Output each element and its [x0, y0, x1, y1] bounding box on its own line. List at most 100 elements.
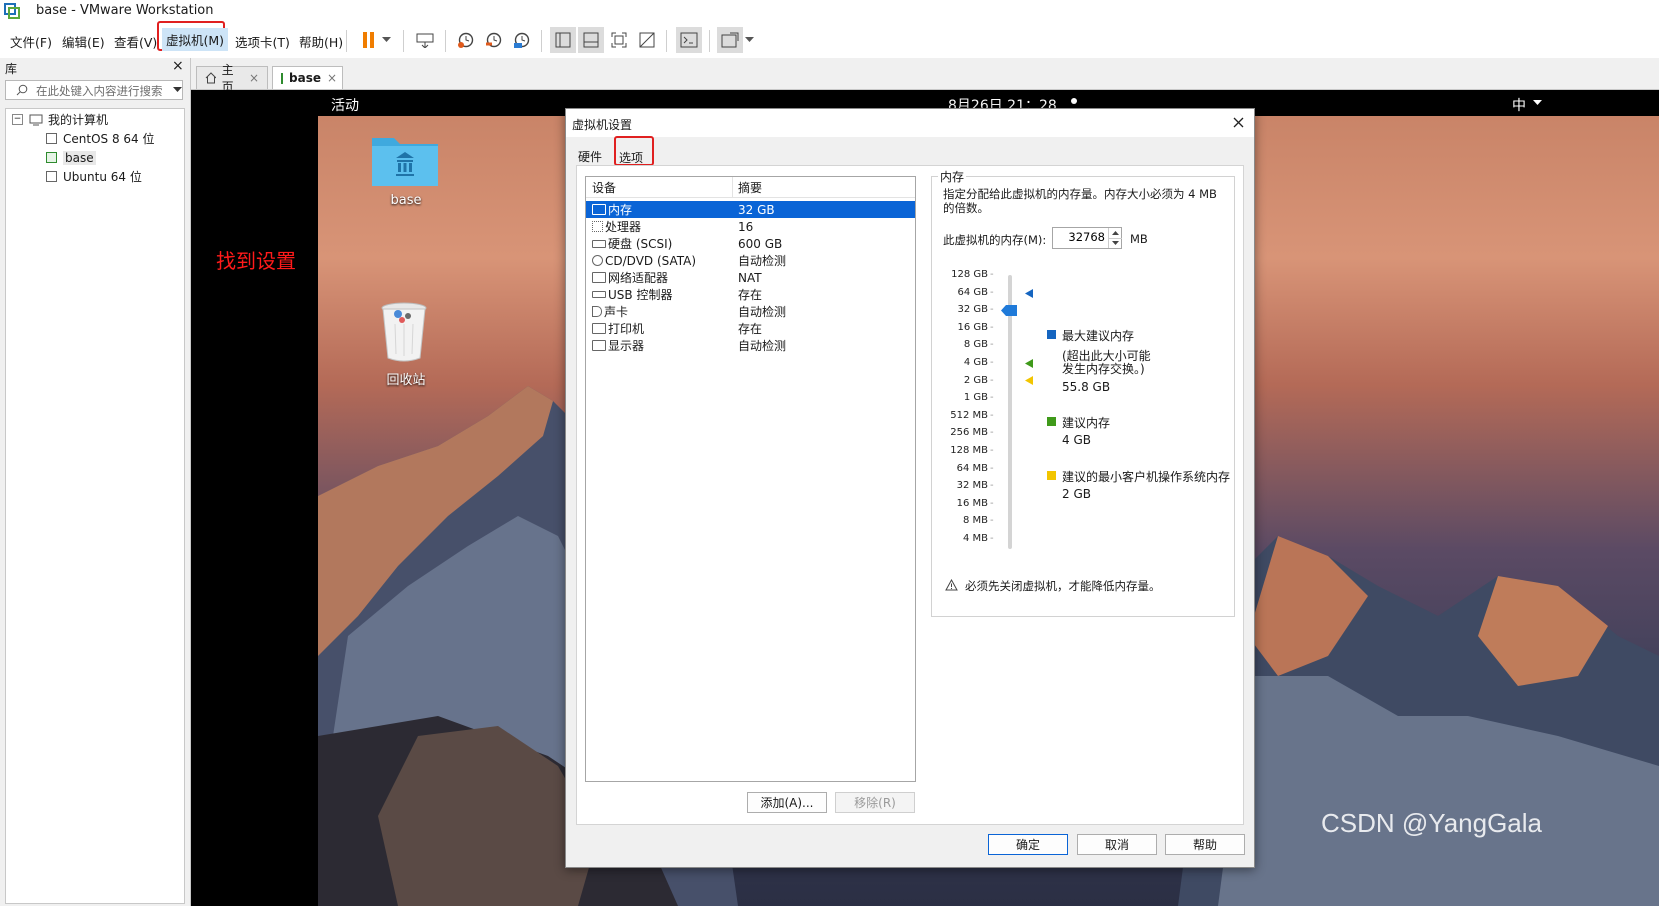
- close-tab-icon[interactable]: ×: [249, 71, 259, 85]
- device-row-usb[interactable]: USB 控制器 存在: [586, 286, 915, 303]
- memory-slider-track[interactable]: [1008, 275, 1012, 549]
- memory-scale-tick-mark: -: [990, 533, 994, 544]
- memory-scale-tick: 64 MB: [956, 462, 988, 474]
- memory-spinbox[interactable]: [1052, 227, 1122, 249]
- printer-icon: [592, 323, 606, 334]
- memory-slider-thumb[interactable]: [1001, 305, 1017, 316]
- unity-button[interactable]: [634, 27, 660, 53]
- tree-vm-base[interactable]: base: [6, 148, 184, 167]
- device-row-printer[interactable]: 打印机 存在: [586, 320, 915, 337]
- input-method-indicator[interactable]: 中: [1512, 95, 1526, 115]
- tree-vm-ubuntu[interactable]: Ubuntu 64 位: [6, 167, 184, 186]
- max-recommended-marker: [1025, 289, 1033, 298]
- display-icon: [592, 340, 606, 351]
- device-row-display[interactable]: 显示器 自动检测: [586, 337, 915, 354]
- remove-device-button[interactable]: 移除(R): [835, 792, 915, 813]
- usb-icon: [592, 291, 606, 298]
- watermark: CSDN @YangGala: [1321, 808, 1542, 838]
- memory-scale-tick-mark: -: [990, 392, 994, 404]
- memory-group-title: 内存: [938, 168, 967, 185]
- thumbnail-bar-button[interactable]: [578, 27, 604, 53]
- memory-scale-tick: 8 GB: [963, 339, 988, 351]
- device-row-network[interactable]: 网络适配器 NAT: [586, 269, 915, 286]
- memory-scale-tick-mark: -: [990, 304, 994, 316]
- memory-scale-tick-mark: -: [990, 462, 994, 474]
- device-row-cdrom[interactable]: CD/DVD (SATA) 自动检测: [586, 252, 915, 269]
- column-header-summary[interactable]: 摘要: [738, 179, 762, 196]
- memory-scale-tick: 128 MB: [950, 445, 988, 456]
- close-library-icon[interactable]: ×: [172, 58, 184, 74]
- menu-help[interactable]: 帮助(H): [295, 30, 347, 53]
- folder-icon: [372, 138, 438, 186]
- memory-scale-tick: 16 MB: [956, 497, 988, 509]
- memory-scale-tick: 4 MB: [962, 533, 988, 544]
- activities-button[interactable]: 活动: [331, 95, 359, 115]
- send-ctrl-alt-del-button[interactable]: [412, 27, 438, 53]
- close-tab-icon[interactable]: ×: [327, 71, 337, 85]
- desktop-icon-trash[interactable]: 回收站: [366, 302, 446, 392]
- menu-file[interactable]: 文件(F): [6, 30, 56, 53]
- notification-dot-icon: [1071, 98, 1077, 104]
- memory-scale-tick: 32 GB: [957, 304, 988, 316]
- memory-description-2: 的倍数。: [943, 201, 989, 215]
- column-header-device[interactable]: 设备: [592, 179, 732, 196]
- library-pane-icon: [555, 32, 571, 48]
- legend-recommended: 建议内存 4 GB: [1047, 414, 1232, 454]
- library-tree: − 我的计算机 CentOS 8 64 位 base Ubuntu 64 位: [5, 108, 185, 904]
- memory-scale-tick-mark: -: [990, 497, 994, 509]
- menu-tabs[interactable]: 选项卡(T): [231, 30, 294, 53]
- help-button[interactable]: 帮助: [1165, 834, 1245, 855]
- cancel-button[interactable]: 取消: [1077, 834, 1157, 855]
- tree-vm-centos[interactable]: CentOS 8 64 位: [6, 129, 184, 148]
- desktop-icon-base[interactable]: base: [366, 130, 446, 220]
- show-library-button[interactable]: [550, 27, 576, 53]
- tree-root-my-computer[interactable]: − 我的计算机: [6, 110, 184, 129]
- search-icon: [16, 84, 28, 96]
- console-view-button[interactable]: [676, 27, 702, 53]
- menu-edit[interactable]: 编辑(E): [58, 30, 109, 53]
- fullscreen-icon: [611, 32, 627, 48]
- computer-icon: [29, 114, 43, 125]
- vmware-logo-icon: [4, 3, 20, 19]
- device-row-memory[interactable]: 内存 32 GB: [586, 201, 915, 218]
- memory-input[interactable]: [1055, 230, 1105, 244]
- snapshot-manager-button[interactable]: [509, 27, 535, 53]
- add-device-button[interactable]: 添加(A)...: [747, 792, 827, 813]
- memory-scale-tick-mark: -: [990, 357, 994, 368]
- ok-button[interactable]: 确定: [988, 834, 1068, 855]
- menu-view[interactable]: 查看(V): [110, 30, 161, 53]
- memory-scale-tick-mark: -: [990, 409, 994, 421]
- tab-base[interactable]: base ×: [272, 66, 343, 89]
- library-search[interactable]: 在此处键入内容进行搜索: [5, 80, 183, 100]
- spin-down-button[interactable]: [1108, 238, 1122, 248]
- memory-scale-tick-mark: -: [990, 286, 994, 298]
- close-icon[interactable]: [1233, 117, 1244, 128]
- snapshot-button[interactable]: [453, 27, 479, 53]
- device-row-sound[interactable]: 声卡 自动检测: [586, 303, 915, 320]
- memory-icon: [592, 204, 606, 215]
- fullscreen-button[interactable]: [606, 27, 632, 53]
- legend-swatch-recommended: [1047, 417, 1056, 426]
- tab-options[interactable]: 选项: [619, 149, 643, 166]
- recommended-marker: [1025, 359, 1033, 368]
- device-list[interactable]: 设备 摘要 内存 32 GB 处理器 16 硬盘 (SCSI) 600 GB C…: [585, 176, 916, 782]
- memory-scale-ticks: 128 GB -64 GB -32 GB -16 GB -8 GB -4 GB -2 GB -…: [932, 269, 1002, 563]
- tab-home[interactable]: 主页 ×: [196, 63, 268, 94]
- vm-icon: [46, 171, 57, 182]
- dialog-tab-panel: 设备 摘要 内存 32 GB 处理器 16 硬盘 (SCSI) 600 GB C…: [576, 165, 1244, 825]
- memory-scale-tick: 4 GB: [963, 357, 988, 368]
- menu-vm[interactable]: 虚拟机(M): [162, 28, 229, 51]
- memory-legend: 最大建议内存 (超出此大小可能 发生内存交换。) 55.8 GB 建议内存 4 …: [1047, 327, 1232, 517]
- power-dropdown[interactable]: [378, 27, 394, 53]
- stretch-guest-button[interactable]: [717, 27, 743, 53]
- console-icon: [680, 32, 698, 48]
- stretch-dropdown[interactable]: [742, 27, 756, 53]
- device-row-disk[interactable]: 硬盘 (SCSI) 600 GB: [586, 235, 915, 252]
- tab-hardware[interactable]: 硬件: [578, 148, 602, 165]
- collapse-icon[interactable]: −: [12, 114, 23, 125]
- chevron-down-icon[interactable]: [173, 87, 182, 93]
- device-row-cpu[interactable]: 处理器 16: [586, 218, 915, 235]
- revert-snapshot-button[interactable]: [481, 27, 507, 53]
- memory-scale-tick: 64 GB: [957, 286, 988, 298]
- vm-running-icon: [46, 152, 57, 163]
